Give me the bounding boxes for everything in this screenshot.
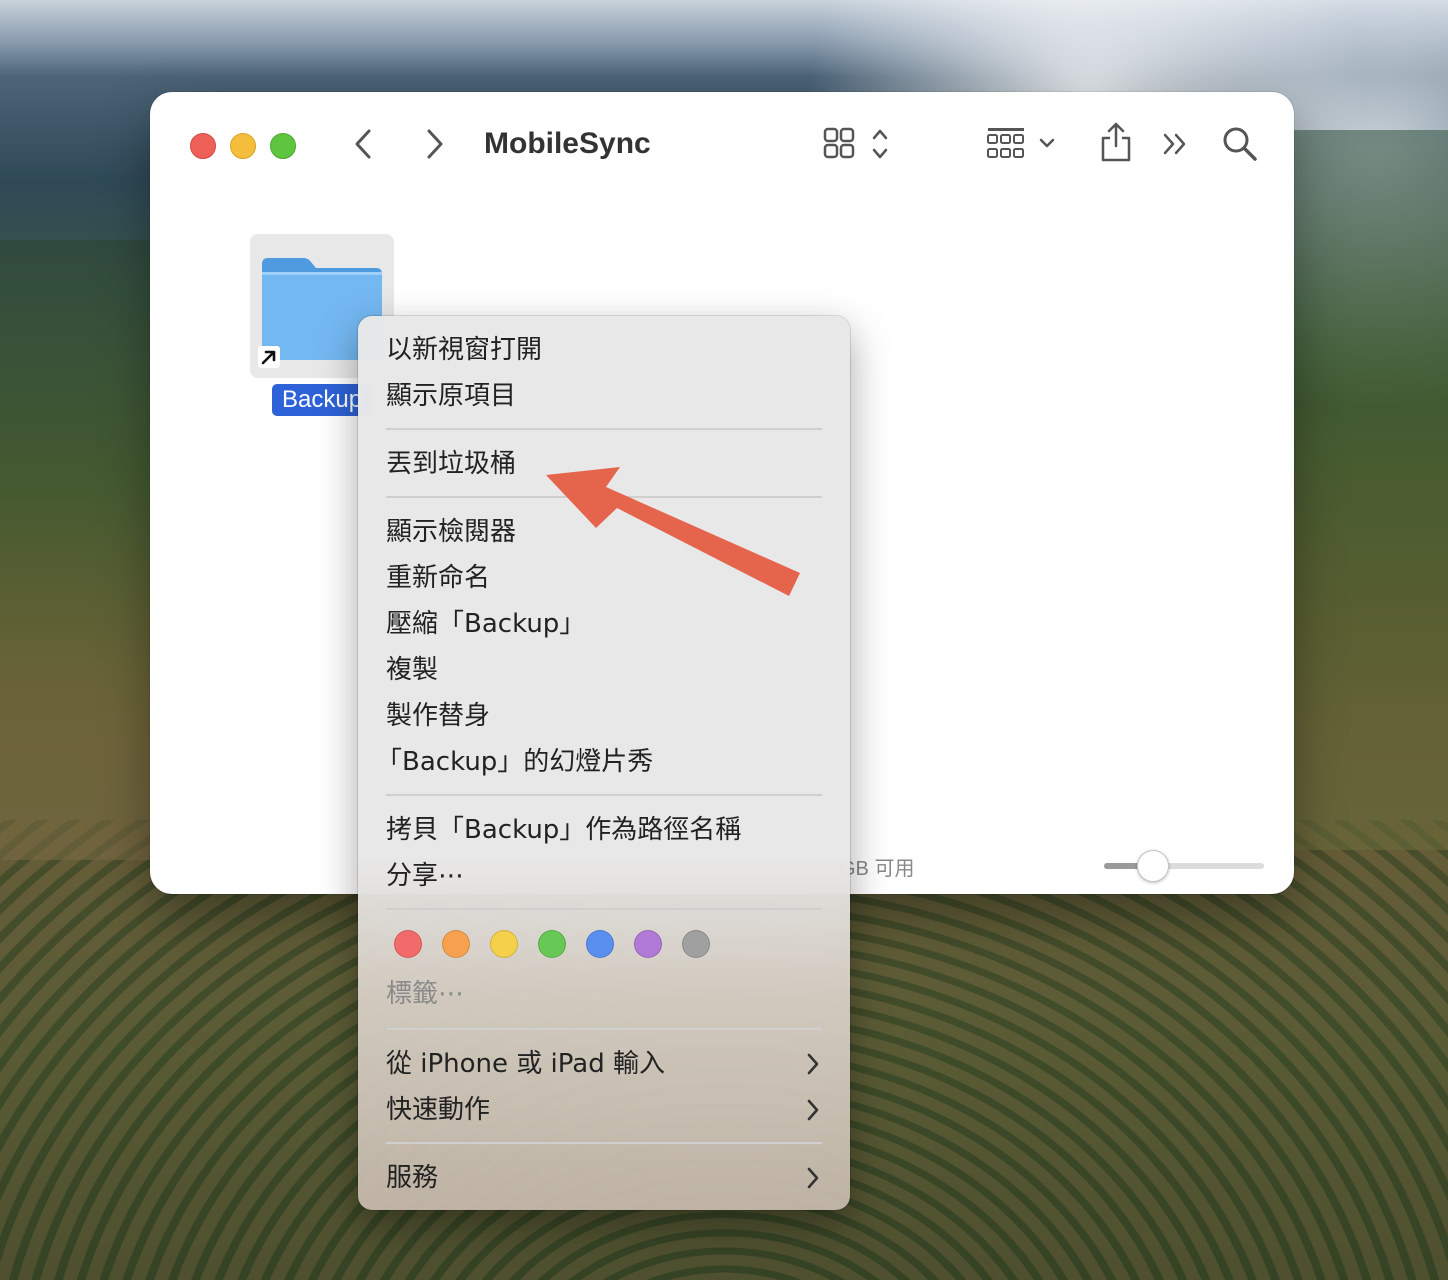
menu-item-duplicate[interactable]: 複製 bbox=[386, 650, 438, 690]
menu-separator bbox=[386, 1028, 822, 1030]
menu-separator bbox=[386, 1142, 822, 1144]
menu-separator bbox=[386, 496, 822, 498]
menu-item-copy-pathname[interactable]: 拷貝「Backup」作為路徑名稱 bbox=[386, 810, 741, 850]
chevron-right-icon bbox=[807, 1167, 819, 1189]
wallpaper-forest-left bbox=[0, 240, 150, 860]
forward-icon[interactable] bbox=[420, 124, 450, 164]
tag-color-dot[interactable] bbox=[394, 930, 422, 958]
tag-color-dot[interactable] bbox=[586, 930, 614, 958]
status-bar-text: GB 可用 bbox=[840, 858, 915, 880]
zoom-button[interactable] bbox=[270, 133, 296, 159]
context-menu: 以新視窗打開 顯示原項目 丟到垃圾桶 顯示檢閱器 重新命名 壓縮「Backup」… bbox=[358, 316, 850, 1210]
menu-separator bbox=[386, 428, 822, 430]
chevron-right-icon bbox=[807, 1053, 819, 1075]
menu-item-show-inspector[interactable]: 顯示檢閱器 bbox=[386, 512, 516, 552]
chevron-right-icon bbox=[807, 1099, 819, 1121]
menu-separator bbox=[386, 794, 822, 796]
icon-size-slider[interactable] bbox=[1104, 850, 1264, 882]
menu-item-show-original[interactable]: 顯示原項目 bbox=[386, 376, 516, 416]
share-icon[interactable] bbox=[1098, 120, 1134, 164]
wallpaper-forest-right bbox=[1294, 130, 1448, 850]
tag-color-dot[interactable] bbox=[682, 930, 710, 958]
menu-item-compress[interactable]: 壓縮「Backup」 bbox=[386, 604, 585, 644]
tag-color-dot[interactable] bbox=[634, 930, 662, 958]
menu-item-share[interactable]: 分享⋯ bbox=[386, 856, 464, 896]
menu-item-rename[interactable]: 重新命名 bbox=[386, 558, 490, 598]
close-button[interactable] bbox=[190, 133, 216, 159]
menu-item-make-alias[interactable]: 製作替身 bbox=[386, 696, 490, 736]
menu-separator bbox=[386, 908, 822, 910]
menu-item-services[interactable]: 服務 bbox=[386, 1158, 438, 1198]
menu-item-import-from-iphone[interactable]: 從 iPhone 或 iPad 輸入 bbox=[386, 1044, 665, 1084]
menu-item-tags[interactable]: 標籤⋯ bbox=[386, 974, 464, 1014]
window-title: MobileSync bbox=[484, 127, 651, 160]
tag-color-dot[interactable] bbox=[490, 930, 518, 958]
search-icon[interactable] bbox=[1220, 124, 1260, 164]
alias-arrow-icon bbox=[258, 346, 280, 368]
menu-item-open-new-window[interactable]: 以新視窗打開 bbox=[386, 330, 542, 370]
group-by-icon[interactable] bbox=[986, 126, 1058, 162]
menu-item-slideshow[interactable]: 「Backup」的幻燈片秀 bbox=[376, 742, 653, 782]
menu-item-quick-actions[interactable]: 快速動作 bbox=[386, 1090, 490, 1130]
icon-view-icon[interactable] bbox=[822, 126, 894, 162]
back-icon[interactable] bbox=[348, 124, 378, 164]
menu-item-move-to-trash[interactable]: 丟到垃圾桶 bbox=[386, 444, 516, 484]
minimize-button[interactable] bbox=[230, 133, 256, 159]
tag-color-dot[interactable] bbox=[538, 930, 566, 958]
more-icon[interactable] bbox=[1160, 128, 1192, 160]
tag-color-dot[interactable] bbox=[442, 930, 470, 958]
slider-knob[interactable] bbox=[1136, 850, 1169, 882]
